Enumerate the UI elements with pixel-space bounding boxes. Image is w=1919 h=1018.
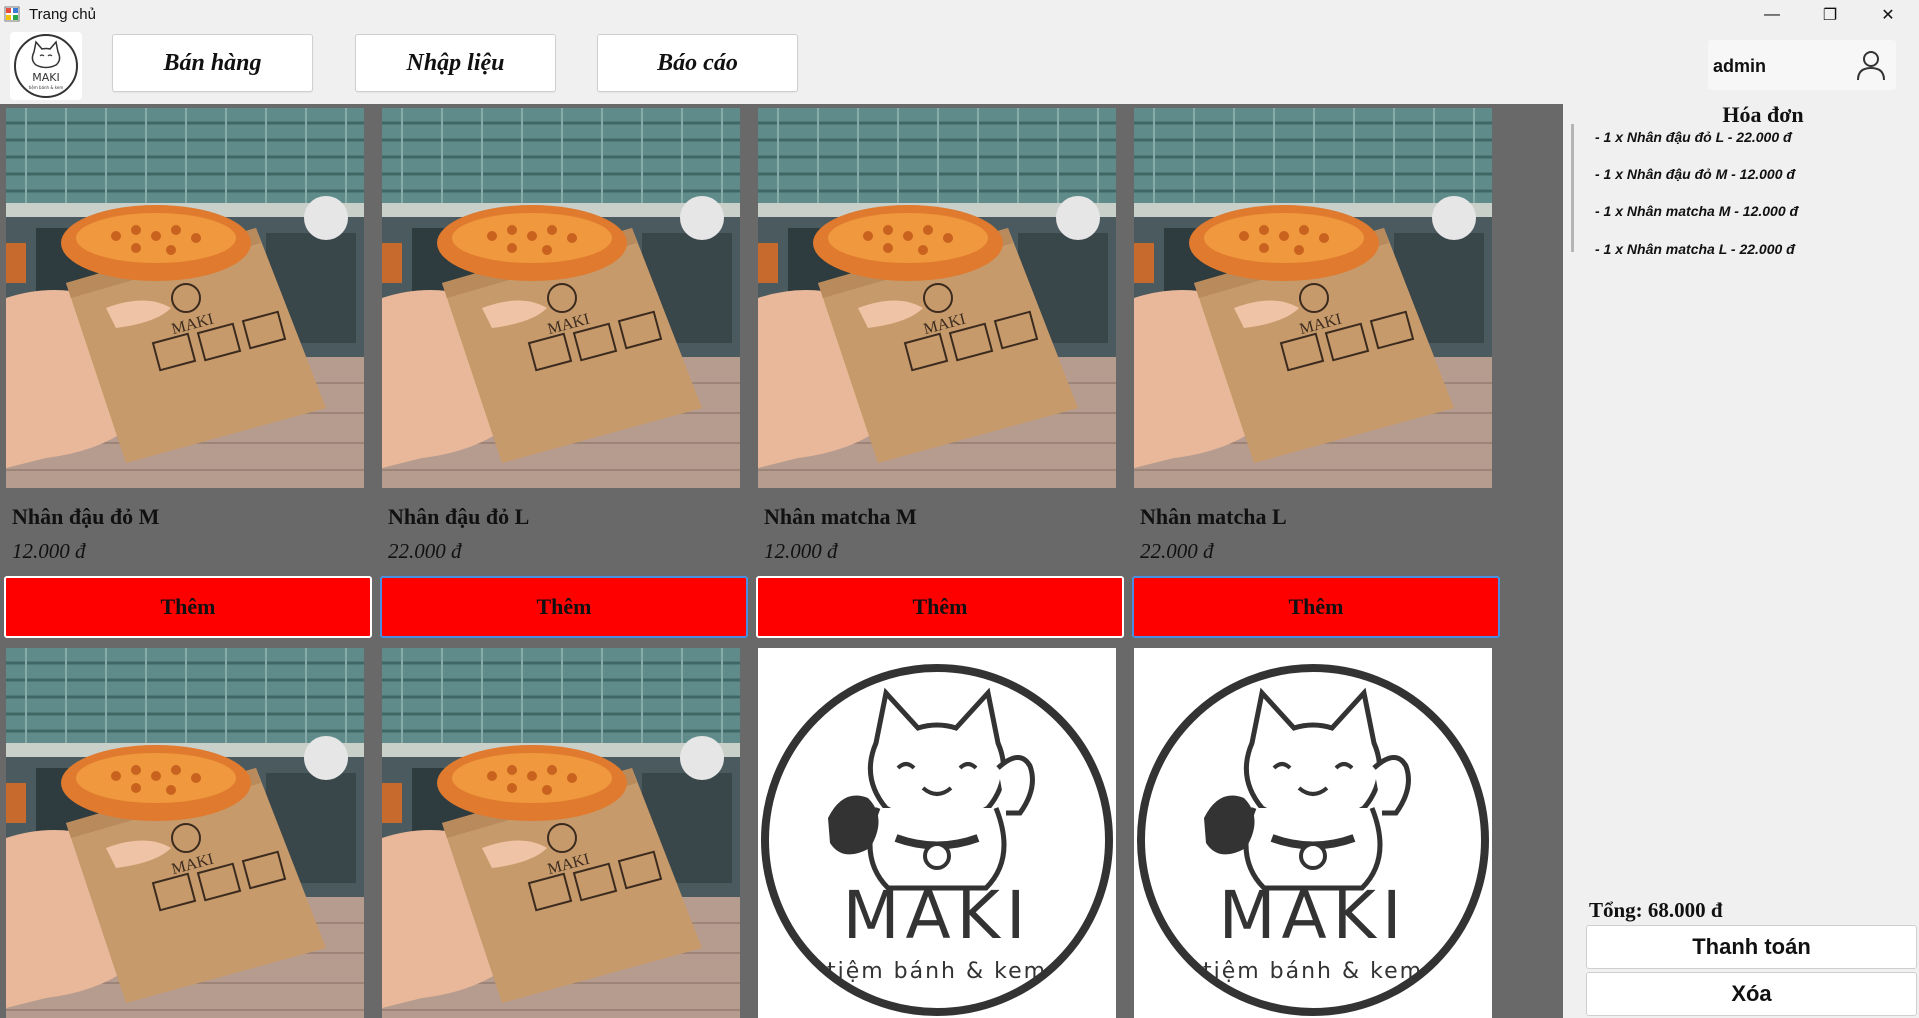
- restore-button[interactable]: ❐: [1801, 0, 1859, 30]
- product-image: [1134, 108, 1492, 488]
- product-name: Nhân đậu đỏ L: [388, 504, 530, 529]
- svg-text:MAKI: MAKI: [32, 71, 59, 84]
- close-button[interactable]: ✕: [1859, 0, 1917, 30]
- product-name: Nhân matcha L: [1140, 504, 1287, 529]
- product-price: 22.000 đ: [388, 539, 462, 563]
- cat-logo-icon: MAKI tiệm bánh & kem: [14, 34, 78, 98]
- invoice-title: Hóa đơn: [1722, 102, 1804, 127]
- add-button[interactable]: Thêm: [4, 576, 372, 638]
- title-bar: Trang chủ — ❐ ✕: [0, 0, 1919, 30]
- product-name: Nhân đậu đỏ M: [12, 504, 160, 529]
- maki-logo-image: [1134, 648, 1492, 1018]
- product-image: [382, 108, 740, 488]
- nav-input-button[interactable]: Nhập liệu: [355, 34, 556, 92]
- add-button[interactable]: Thêm: [380, 576, 748, 638]
- product-image: [6, 108, 364, 488]
- invoice-total: Tổng: 68.000 đ: [1589, 898, 1723, 922]
- invoice-item: - 1 x Nhân matcha M - 12.000 đ: [1595, 203, 1799, 219]
- product-image: [6, 648, 364, 1018]
- minimize-button[interactable]: —: [1743, 0, 1801, 30]
- product-panel: Nhân đậu đỏ M 12.000 đ Thêm Nhân đậu đỏ …: [0, 104, 1563, 1018]
- window-title: Trang chủ: [29, 6, 96, 23]
- invoice-item: - 1 x Nhân matcha L - 22.000 đ: [1595, 241, 1795, 257]
- invoice-item: - 1 x Nhân đậu đỏ L - 22.000 đ: [1595, 129, 1792, 145]
- invoice-item: - 1 x Nhân đậu đỏ M - 12.000 đ: [1595, 166, 1795, 182]
- user-name: admin: [1713, 56, 1767, 76]
- pay-button[interactable]: Thanh toán: [1586, 925, 1917, 969]
- app-icon: [4, 6, 20, 22]
- nav-report-button[interactable]: Báo cáo: [597, 34, 798, 92]
- invoice-scrollbar[interactable]: [1571, 124, 1574, 252]
- product-image: [382, 648, 740, 1018]
- product-name: Nhân matcha M: [764, 504, 917, 529]
- product-price: 12.000 đ: [764, 539, 838, 563]
- shop-logo: MAKI tiệm bánh & kem: [10, 32, 82, 100]
- add-button[interactable]: Thêm: [1132, 576, 1500, 638]
- delete-button[interactable]: Xóa: [1586, 972, 1917, 1016]
- svg-text:tiệm bánh & kem: tiệm bánh & kem: [29, 85, 64, 90]
- product-price: 12.000 đ: [12, 539, 86, 563]
- product-image: [758, 108, 1116, 488]
- add-button[interactable]: Thêm: [756, 576, 1124, 638]
- nav-sell-button[interactable]: Bán hàng: [112, 34, 313, 92]
- user-icon[interactable]: [1853, 47, 1889, 83]
- product-price: 22.000 đ: [1140, 539, 1214, 563]
- maki-logo-image: [758, 648, 1116, 1018]
